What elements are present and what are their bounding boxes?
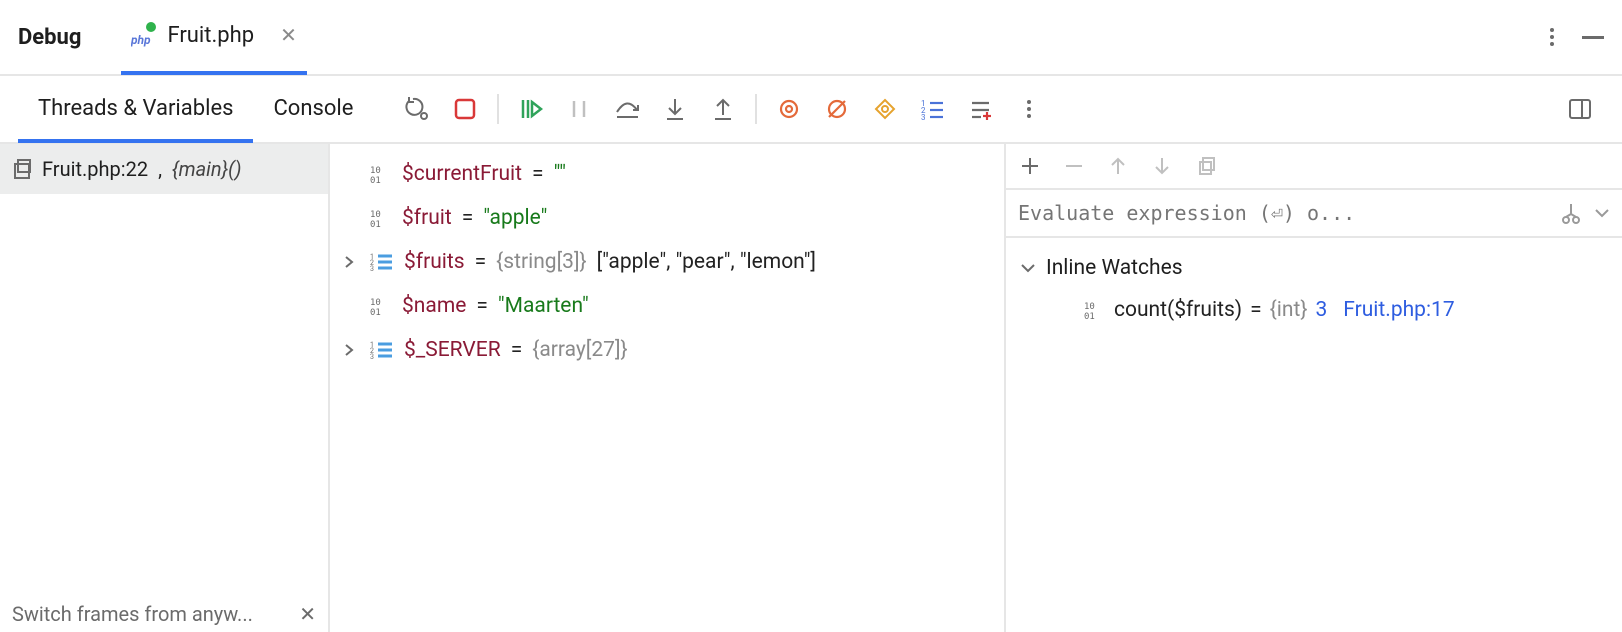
expand-icon[interactable] xyxy=(340,343,358,357)
stack-frame[interactable]: Fruit.php:22, {main}() xyxy=(0,144,328,194)
variable-value: "apple" xyxy=(483,206,547,230)
php-file-icon: php xyxy=(131,22,157,48)
view-breakpoints-icon[interactable] xyxy=(775,95,803,123)
debug-title: Debug xyxy=(18,25,81,50)
move-watch-up-icon[interactable] xyxy=(1098,149,1138,183)
watch-type: {int} xyxy=(1270,298,1308,322)
variable-name: $name xyxy=(402,294,466,318)
frames-footer: Switch frames from anyw... ✕ xyxy=(12,602,316,626)
mute-breakpoints-icon[interactable] xyxy=(823,95,851,123)
variable-name: $_SERVER xyxy=(404,338,501,362)
watches-toolbar xyxy=(1006,144,1622,188)
svg-text:01: 01 xyxy=(1084,312,1095,320)
remove-watch-icon[interactable] xyxy=(1054,149,1094,183)
equals: = xyxy=(476,294,488,318)
frame-location: Fruit.php:22 xyxy=(42,157,148,181)
equals: = xyxy=(511,338,523,362)
variable-value: "" xyxy=(554,162,566,186)
evaluate-dropdown-icon[interactable] xyxy=(1594,207,1610,219)
frame-function: {main}() xyxy=(172,157,242,181)
array-type-icon: 123 xyxy=(370,252,394,272)
stack-frame-icon xyxy=(12,158,32,180)
close-tab-icon[interactable]: ✕ xyxy=(280,23,297,47)
variable-value: "Maarten" xyxy=(498,294,589,318)
watch-source[interactable]: Fruit.php:17 xyxy=(1343,298,1454,322)
toolbar-divider xyxy=(497,94,499,124)
file-tab-name: Fruit.php xyxy=(167,23,254,48)
svg-text:10: 10 xyxy=(370,166,381,176)
equals: = xyxy=(475,250,487,274)
equals: = xyxy=(532,162,544,186)
close-hint-icon[interactable]: ✕ xyxy=(299,602,316,626)
variable-row[interactable]: 123 $fruits = {string[3]} ["apple", "pear… xyxy=(336,240,998,284)
variable-row[interactable]: 1001 $name = "Maarten" xyxy=(336,284,998,328)
watch-item[interactable]: 1001count($fruits) = {int} 3 Fruit.php:1… xyxy=(1012,288,1616,332)
step-into-icon[interactable] xyxy=(661,95,689,123)
rerun-icon[interactable] xyxy=(403,95,431,123)
minimize-icon[interactable] xyxy=(1582,36,1604,39)
expand-evaluate-icon[interactable] xyxy=(1560,202,1582,224)
variables-panel: 1001$currentFruit = ""1001$fruit = "appl… xyxy=(330,144,1006,632)
step-over-icon[interactable] xyxy=(613,95,641,123)
svg-text:01: 01 xyxy=(370,308,381,316)
svg-text:01: 01 xyxy=(370,220,381,228)
svg-text:10: 10 xyxy=(370,298,381,308)
stop-icon[interactable] xyxy=(451,95,479,123)
evaluate-expression-input[interactable] xyxy=(1018,201,1548,225)
primitive-type-icon: 1001 xyxy=(370,296,392,316)
svg-text:3: 3 xyxy=(921,113,926,120)
tab-threads-variables[interactable]: Threads & Variables xyxy=(18,75,253,143)
content: Fruit.php:22, {main}() Switch frames fro… xyxy=(0,144,1622,632)
add-watch-icon[interactable] xyxy=(1010,149,1050,183)
array-type-icon: 123 xyxy=(370,340,394,360)
settings-list-icon[interactable] xyxy=(967,95,995,123)
layout-settings-icon[interactable] xyxy=(1566,95,1594,123)
variable-row[interactable]: 1001 $fruit = "apple" xyxy=(336,196,998,240)
variable-row[interactable]: 123 $_SERVER = {array[27]} xyxy=(336,328,998,372)
titlebar: Debug php Fruit.php ✕ xyxy=(0,0,1622,76)
move-watch-down-icon[interactable] xyxy=(1142,149,1182,183)
primitive-type-icon: 1001 xyxy=(370,164,392,184)
primitive-type-icon: 1001 xyxy=(370,208,392,228)
variable-type: {string[3]} xyxy=(496,250,586,274)
frames-hint: Switch frames from anyw... xyxy=(12,602,253,626)
svg-text:3: 3 xyxy=(370,353,374,360)
watch-expression: count($fruits) xyxy=(1114,298,1242,322)
watch-value: 3 xyxy=(1315,298,1327,322)
frames-panel: Fruit.php:22, {main}() Switch frames fro… xyxy=(0,144,330,632)
evaluate-list-icon[interactable]: 1 2 3 xyxy=(919,95,947,123)
more-options-icon[interactable] xyxy=(1550,28,1554,46)
evaluate-expression-row[interactable] xyxy=(1006,188,1622,238)
variable-type: {array[27]} xyxy=(532,338,627,362)
resume-icon[interactable] xyxy=(517,95,545,123)
equals: = xyxy=(462,206,474,230)
chevron-down-icon xyxy=(1020,261,1036,275)
variable-row[interactable]: 1001 $currentFruit = "" xyxy=(336,152,998,196)
debug-config-icon[interactable] xyxy=(871,95,899,123)
duplicate-watch-icon[interactable] xyxy=(1186,149,1226,183)
tab-console[interactable]: Console xyxy=(253,75,373,143)
step-out-icon[interactable] xyxy=(709,95,737,123)
more-actions-icon[interactable] xyxy=(1015,95,1043,123)
variable-name: $fruits xyxy=(404,250,465,274)
inline-watches-group[interactable]: Inline Watches xyxy=(1012,248,1616,288)
inline-watches-label: Inline Watches xyxy=(1046,256,1183,280)
pause-icon[interactable] xyxy=(565,95,593,123)
primitive-type-icon: 1001 xyxy=(1084,300,1106,320)
debug-toolbar: Threads & Variables Console xyxy=(0,76,1622,144)
svg-text:10: 10 xyxy=(370,210,381,220)
variable-value: ["apple", "pear", "lemon"] xyxy=(597,250,816,274)
expand-icon[interactable] xyxy=(340,255,358,269)
svg-text:3: 3 xyxy=(370,265,374,272)
svg-text:php: php xyxy=(131,33,151,47)
variable-name: $currentFruit xyxy=(402,162,522,186)
variable-name: $fruit xyxy=(402,206,452,230)
svg-text:10: 10 xyxy=(1084,302,1095,312)
svg-text:01: 01 xyxy=(370,176,381,184)
watches-tree: Inline Watches 1001count($fruits) = {int… xyxy=(1006,238,1622,342)
file-tab[interactable]: php Fruit.php ✕ xyxy=(121,0,306,75)
toolbar-divider xyxy=(755,94,757,124)
watches-panel: Inline Watches 1001count($fruits) = {int… xyxy=(1006,144,1622,632)
